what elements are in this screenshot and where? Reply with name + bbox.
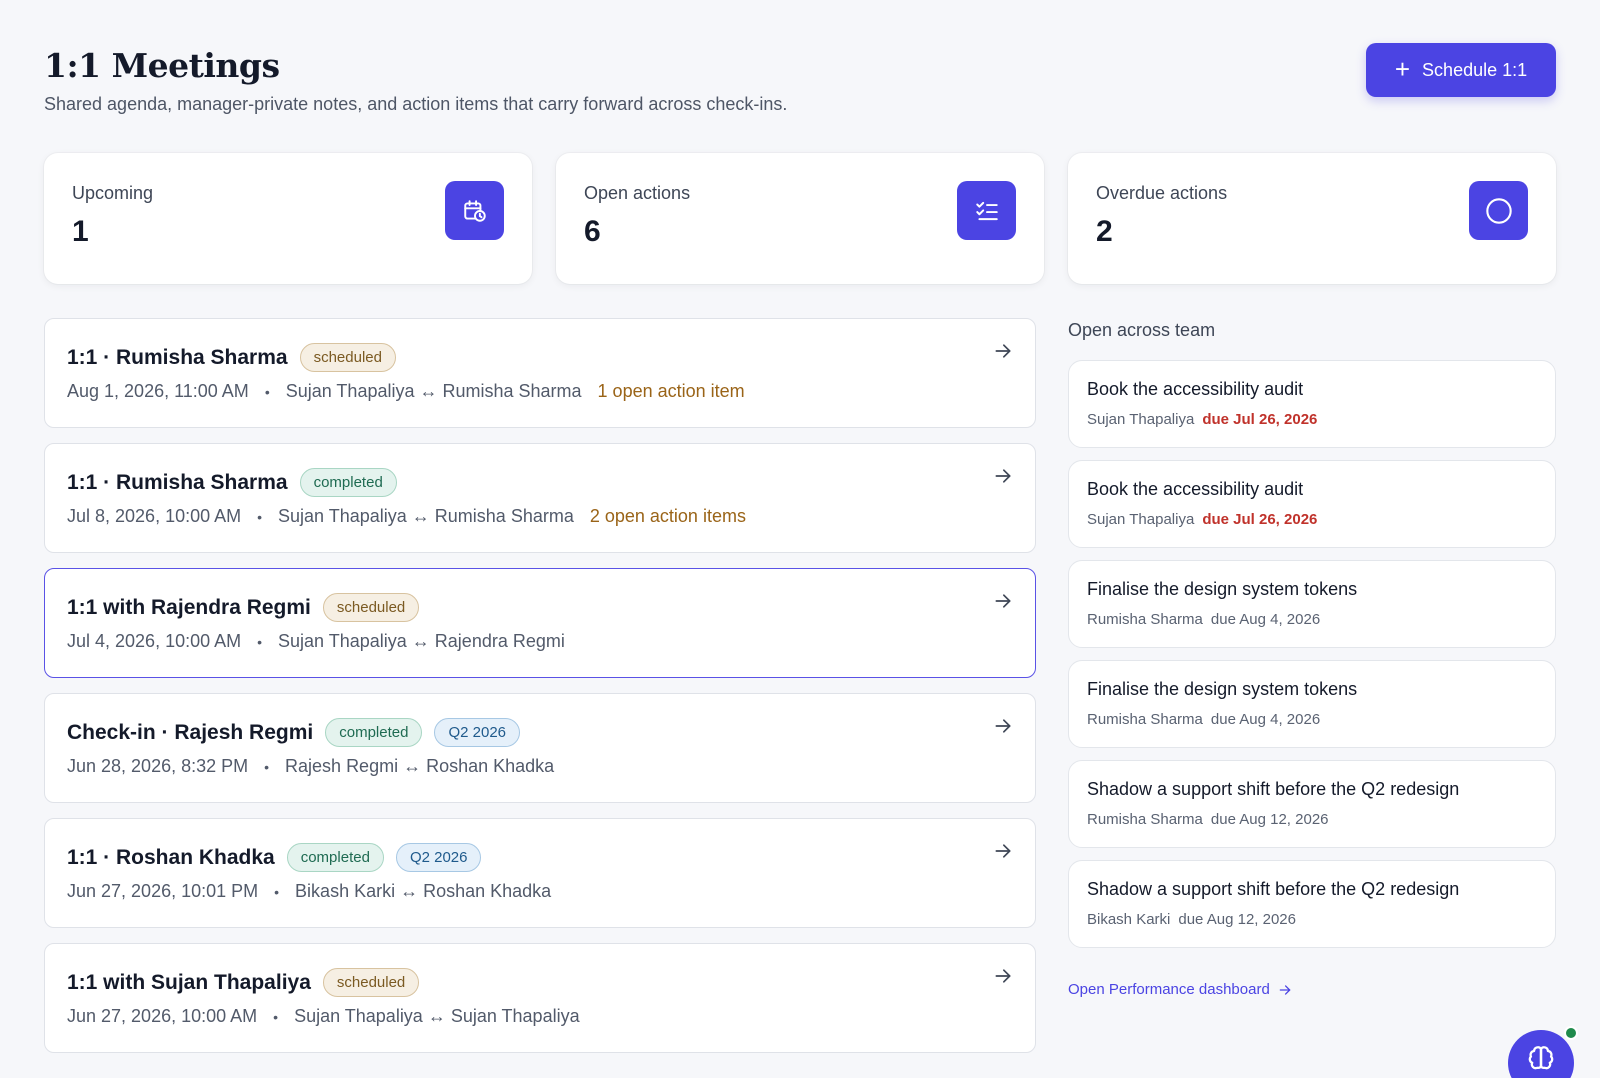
quarter-badge: Q2 2026 xyxy=(395,843,482,872)
separator-dot: • xyxy=(264,758,270,775)
performance-dashboard-link[interactable]: Open Performance dashboard xyxy=(1068,981,1292,998)
action-item-card[interactable]: Book the accessibility audit Sujan Thapa… xyxy=(1068,360,1556,448)
meeting-participants: Rajesh Regmi ↔ Roshan Khadka xyxy=(285,756,555,776)
action-due-date: due Aug 12, 2026 xyxy=(1210,811,1329,828)
action-item-card[interactable]: Finalise the design system tokens Rumish… xyxy=(1068,560,1556,648)
status-badge: completed xyxy=(286,843,384,872)
arrow-right-icon xyxy=(995,969,1011,983)
status-badge: scheduled xyxy=(322,968,420,997)
stat-label: Overdue actions xyxy=(1096,183,1228,203)
separator-dot: • xyxy=(257,508,263,525)
meeting-card[interactable]: 1:1 with Rajendra Regmi scheduled Jul 4,… xyxy=(44,568,1036,678)
meeting-datetime: Aug 1, 2026, 11:00 AM xyxy=(67,381,249,401)
panel-heading: Open across team xyxy=(1068,320,1216,340)
open-items-count: 1 open action item xyxy=(597,381,745,401)
meeting-datetime: Jul 8, 2026, 10:00 AM xyxy=(67,506,242,526)
list-checks-icon xyxy=(957,181,1016,240)
meeting-title: 1:1 · Rumisha Sharma xyxy=(67,470,288,494)
schedule-button-label: Schedule 1:1 xyxy=(1422,59,1528,80)
separator-dot: • xyxy=(274,883,280,900)
schedule-button[interactable]: + Schedule 1:1 xyxy=(1366,43,1556,97)
meeting-participants: Sujan Thapaliya ↔ Rumisha Sharma xyxy=(285,381,582,401)
dashboard-link-label: Open Performance dashboard xyxy=(1068,981,1270,998)
separator-dot: • xyxy=(257,633,263,650)
action-title: Book the accessibility audit xyxy=(1087,479,1304,499)
arrow-right-icon xyxy=(1279,984,1291,995)
page-subtitle: Shared agenda, manager-private notes, an… xyxy=(44,94,788,114)
status-badge: completed xyxy=(325,718,423,747)
meeting-card[interactable]: 1:1 · Rumisha Sharma completed Jul 8, 20… xyxy=(44,443,1036,553)
stat-value: 2 xyxy=(1096,215,1113,248)
arrow-right-icon xyxy=(995,719,1011,733)
online-status-dot xyxy=(1564,1026,1578,1040)
status-badge: scheduled xyxy=(322,593,420,622)
brain-icon xyxy=(1528,1046,1554,1070)
meeting-participants: Sujan Thapaliya ↔ Rumisha Sharma xyxy=(278,506,574,526)
quarter-badge: Q2 2026 xyxy=(434,718,520,747)
action-title: Shadow a support shift before the Q2 red… xyxy=(1087,779,1460,799)
action-due-date: due Jul 26, 2026 xyxy=(1202,411,1318,428)
calendar-clock-icon xyxy=(445,181,504,240)
meeting-datetime: Jul 4, 2026, 10:00 AM xyxy=(67,631,242,651)
meeting-datetime: Jun 27, 2026, 10:00 AM xyxy=(67,1006,258,1026)
status-badge: scheduled xyxy=(299,343,396,372)
circle-icon xyxy=(1469,181,1528,240)
action-owner: Rumisha Sharma xyxy=(1087,811,1203,828)
arrow-right-icon xyxy=(995,844,1011,858)
status-badge: completed xyxy=(299,468,397,497)
arrow-right-icon xyxy=(995,469,1011,483)
action-title: Book the accessibility audit xyxy=(1087,379,1304,399)
arrow-right-icon xyxy=(995,344,1011,358)
stat-value: 1 xyxy=(72,215,89,248)
stat-card-open-actions: Open actions 6 xyxy=(556,153,1044,284)
open-items-count: 2 open action items xyxy=(589,506,746,526)
plus-icon: + xyxy=(1394,53,1411,84)
action-owner: Rumisha Sharma xyxy=(1087,711,1203,728)
stat-value: 6 xyxy=(584,215,601,248)
meeting-card[interactable]: 1:1 · Roshan Khadka completed Q2 2026 Ju… xyxy=(44,818,1036,928)
action-title: Finalise the design system tokens xyxy=(1087,679,1358,699)
action-title: Shadow a support shift before the Q2 red… xyxy=(1087,879,1460,899)
meeting-participants: Sujan Thapaliya ↔ Rajendra Regmi xyxy=(278,631,565,651)
action-owner: Sujan Thapaliya xyxy=(1087,511,1195,528)
meeting-participants: Bikash Karki ↔ Roshan Khadka xyxy=(295,881,552,901)
meeting-title: 1:1 with Sujan Thapaliya xyxy=(67,970,311,994)
action-item-card[interactable]: Finalise the design system tokens Rumish… xyxy=(1068,660,1556,748)
stat-card-overdue-actions: Overdue actions 2 xyxy=(1068,153,1556,284)
meeting-participants: Sujan Thapaliya ↔ Sujan Thapaliya xyxy=(294,1006,580,1026)
meeting-title: 1:1 · Rumisha Sharma xyxy=(67,345,288,369)
meeting-title: 1:1 with Rajendra Regmi xyxy=(67,595,311,619)
meeting-card[interactable]: 1:1 with Sujan Thapaliya scheduled Jun 2… xyxy=(44,943,1036,1053)
action-due-date: due Aug 4, 2026 xyxy=(1210,611,1321,628)
action-owner: Sujan Thapaliya xyxy=(1087,411,1195,428)
action-title: Finalise the design system tokens xyxy=(1087,579,1358,599)
action-due-date: due Aug 12, 2026 xyxy=(1178,911,1296,928)
action-item-card[interactable]: Shadow a support shift before the Q2 red… xyxy=(1068,860,1556,948)
action-item-card[interactable]: Book the accessibility audit Sujan Thapa… xyxy=(1068,460,1556,548)
stat-card-upcoming: Upcoming 1 xyxy=(44,153,532,284)
meeting-card[interactable]: Check-in · Rajesh Regmi completed Q2 202… xyxy=(44,693,1036,803)
action-due-date: due Aug 4, 2026 xyxy=(1210,711,1321,728)
action-owner: Rumisha Sharma xyxy=(1087,611,1203,628)
assistant-button[interactable] xyxy=(1508,1030,1574,1078)
page-title: 1:1 Meetings xyxy=(44,46,280,85)
meeting-title: 1:1 · Roshan Khadka xyxy=(67,845,275,869)
meeting-title: Check-in · Rajesh Regmi xyxy=(67,720,314,744)
arrow-right-icon xyxy=(995,594,1011,608)
stats-row: Upcoming 1 Open actions 6 Overdue action… xyxy=(44,153,1556,284)
separator-dot: • xyxy=(273,1008,279,1025)
stat-label: Upcoming xyxy=(72,183,154,203)
page-header: 1:1 Meetings Shared agenda, manager-priv… xyxy=(44,40,1556,120)
action-owner: Bikash Karki xyxy=(1087,911,1171,928)
separator-dot: • xyxy=(264,383,270,400)
meeting-card[interactable]: 1:1 · Rumisha Sharma scheduled Aug 1, 20… xyxy=(44,318,1036,428)
stat-label: Open actions xyxy=(584,183,691,203)
action-item-card[interactable]: Shadow a support shift before the Q2 red… xyxy=(1068,760,1556,848)
meeting-datetime: Jun 27, 2026, 10:01 PM xyxy=(67,881,259,901)
meeting-datetime: Jun 28, 2026, 8:32 PM xyxy=(67,756,249,776)
action-due-date: due Jul 26, 2026 xyxy=(1202,511,1318,528)
